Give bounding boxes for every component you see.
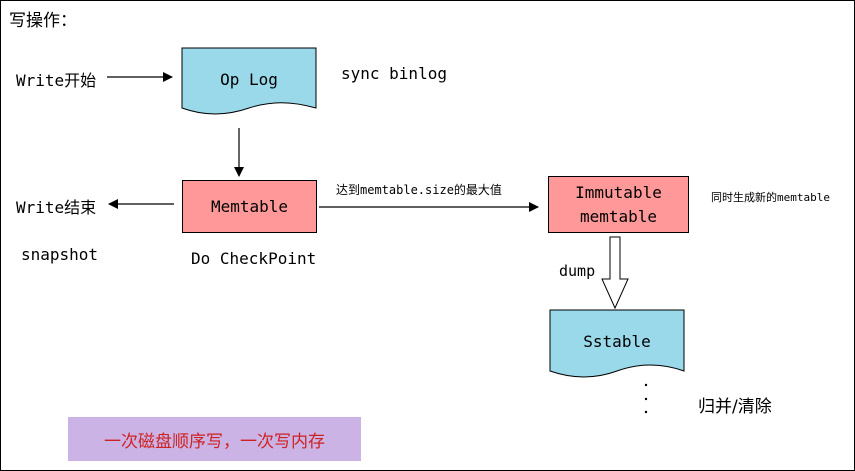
diagram-canvas: 写操作： Op Log Memtable Immutable memtable … bbox=[0, 0, 855, 471]
diagram-title: 写操作： bbox=[9, 11, 77, 31]
summary-note: 一次磁盘顺序写，一次写内存 bbox=[68, 417, 361, 461]
write-start-label: Write开始 bbox=[16, 71, 97, 90]
dump-label: dump bbox=[559, 262, 596, 280]
dump-hollow-arrow bbox=[601, 236, 629, 310]
memtable-label: Memtable bbox=[210, 197, 289, 216]
continuation-dot bbox=[644, 410, 648, 414]
sstable-node: Sstable bbox=[550, 310, 684, 372]
snapshot-label: snapshot bbox=[21, 245, 99, 264]
immutable-memtable-node: Immutable memtable bbox=[548, 176, 689, 233]
new-memtable-label: 同时生成新的memtable bbox=[711, 191, 830, 204]
merge-clear-label: 归并/清除 bbox=[698, 397, 772, 417]
oplog-label: Op Log bbox=[220, 69, 278, 89]
sync-binlog-label: sync binlog bbox=[341, 64, 447, 83]
do-checkpoint-label: Do CheckPoint bbox=[191, 249, 317, 268]
continuation-dot bbox=[644, 383, 648, 387]
immutable-label-line2: memtable bbox=[579, 206, 658, 226]
continuation-dot bbox=[644, 397, 648, 401]
summary-note-text: 一次磁盘顺序写，一次写内存 bbox=[104, 431, 325, 452]
immutable-label-line1: Immutable bbox=[575, 182, 662, 202]
sstable-label: Sstable bbox=[583, 331, 651, 351]
write-end-label: Write结束 bbox=[16, 198, 97, 217]
memtable-node: Memtable bbox=[182, 180, 317, 233]
oplog-node: Op Log bbox=[182, 48, 316, 110]
threshold-label: 达到memtable.size的最大值 bbox=[336, 183, 502, 197]
